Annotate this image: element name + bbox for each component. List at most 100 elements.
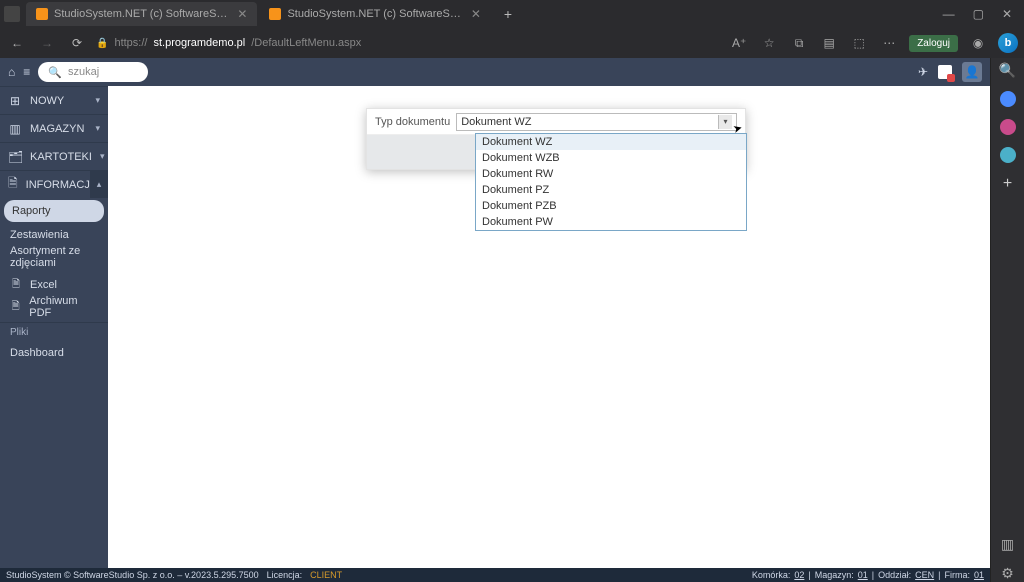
url-host: st.programdemo.pl xyxy=(153,37,245,49)
footer-company-value[interactable]: 01 xyxy=(974,570,984,580)
address-field[interactable]: 🔒 https://st.programdemo.pl/DefaultLeftM… xyxy=(96,37,516,49)
chevron-down-icon: ▾ xyxy=(95,95,100,106)
window-minimize-button[interactable]: — xyxy=(943,7,955,21)
sidebar-section-label: MAGAZYN xyxy=(30,123,84,135)
dropdown-option[interactable]: Dokument RW xyxy=(476,166,746,182)
tab-title: StudioSystem.NET (c) SoftwareS… xyxy=(287,8,460,20)
browser-tab-1[interactable]: StudioSystem.NET (c) SoftwareS… ✕ xyxy=(26,2,257,26)
sidebar-group-pliki: Pliki xyxy=(0,322,108,342)
dropdown-option[interactable]: Dokument WZB xyxy=(476,150,746,166)
rail-box-icon[interactable]: ▥ xyxy=(1001,536,1014,553)
sidebar-item-label: Dashboard xyxy=(10,347,64,359)
app-footer: StudioSystem © SoftwareStudio Sp. z o.o.… xyxy=(0,568,990,582)
search-icon: 🔍 xyxy=(48,66,62,79)
login-button[interactable]: Zaloguj xyxy=(909,35,958,52)
footer-company-label: Firma: xyxy=(944,570,970,580)
browser-titlebar: StudioSystem.NET (c) SoftwareS… ✕ Studio… xyxy=(0,0,1024,28)
close-icon[interactable]: ✕ xyxy=(237,7,247,21)
sidebar-item-archiwum-pdf[interactable]: 🗎 Archiwum PDF xyxy=(0,296,108,318)
rail-tools-icon[interactable] xyxy=(1000,147,1016,163)
app-toolbar: ⌂ ≡ 🔍 szukaj ✈ 👤 xyxy=(0,58,990,86)
dropdown-option[interactable]: Dokument PW xyxy=(476,214,746,230)
collections-icon[interactable]: ▤ xyxy=(819,33,839,53)
sidebar-item-asortyment[interactable]: Asortyment ze zdjęciami xyxy=(0,246,108,268)
footer-branch-value[interactable]: CEN xyxy=(915,570,934,580)
search-placeholder: szukaj xyxy=(68,66,99,78)
plus-square-icon: ⊞ xyxy=(8,94,22,108)
sidebar-section-label: NOWY xyxy=(30,95,64,107)
chevron-down-icon: ▾ xyxy=(100,151,105,162)
chevron-down-icon: ▾ xyxy=(95,123,100,134)
footer-warehouse-label: Magazyn: xyxy=(815,570,854,580)
footer-cell-label: Komórka: xyxy=(752,570,791,580)
menu-icon[interactable]: ≡ xyxy=(23,65,30,79)
footer-copyright: StudioSystem © SoftwareStudio Sp. z o.o.… xyxy=(6,570,259,580)
close-icon[interactable]: ✕ xyxy=(471,7,481,21)
profile-icon[interactable]: ◉ xyxy=(968,33,988,53)
field-label: Typ dokumentu xyxy=(375,116,450,128)
sidebar-item-label: Archiwum PDF xyxy=(29,295,98,319)
rail-chat-icon[interactable] xyxy=(1000,91,1016,107)
sidebar-item-excel[interactable]: 🗎 Excel xyxy=(0,274,108,296)
send-icon[interactable]: ✈ xyxy=(918,65,928,79)
window-maximize-button[interactable]: ▢ xyxy=(973,7,984,21)
chevron-down-icon[interactable]: ▾ xyxy=(718,115,732,129)
sidebar-section-informacje[interactable]: 🗎 INFORMACJE ▴ xyxy=(0,170,108,198)
report-form-card: Typ dokumentu Dokument WZ ▾ ➤ Uruchom Do… xyxy=(366,108,746,170)
favorites-bar-icon[interactable]: ⧉ xyxy=(789,33,809,53)
rail-shopping-icon[interactable] xyxy=(1000,119,1016,135)
dropdown-option-label: Dokument RW xyxy=(482,168,553,180)
document-icon: 🗎 xyxy=(8,174,18,195)
dropdown-option[interactable]: Dokument PZ xyxy=(476,182,746,198)
file-icon: 🗎 xyxy=(10,277,22,294)
sidebar-item-dashboard[interactable]: Dashboard xyxy=(0,342,108,364)
notifications-icon[interactable] xyxy=(938,65,952,79)
footer-branch-label: Oddział: xyxy=(878,570,911,580)
url-path: /DefaultLeftMenu.aspx xyxy=(251,37,361,49)
sidebar-item-zestawienia[interactable]: Zestawienia xyxy=(0,224,108,246)
extensions-icon[interactable]: ⬚ xyxy=(849,33,869,53)
browser-tab-2[interactable]: StudioSystem.NET (c) SoftwareS… ✕ xyxy=(259,2,490,26)
footer-cell-value[interactable]: 02 xyxy=(794,570,804,580)
sidebar-item-label: Zestawienia xyxy=(10,229,69,241)
search-input[interactable]: 🔍 szukaj xyxy=(38,62,148,82)
sidebar-item-label: Raporty xyxy=(12,205,51,217)
user-avatar[interactable]: 👤 xyxy=(962,62,982,82)
chevron-up-icon[interactable]: ▴ xyxy=(90,171,108,198)
select-value: Dokument WZ xyxy=(461,116,531,128)
nav-back-button[interactable]: ← xyxy=(6,32,28,54)
app-body: ⊞ NOWY ▾ ▥ MAGAZYN ▾ 🗂 KARTOTEKI ▾ 🗎 INF… xyxy=(0,86,990,568)
document-type-select[interactable]: Dokument WZ ▾ ➤ xyxy=(456,113,737,131)
home-icon[interactable]: ⌂ xyxy=(8,65,15,79)
app-icon xyxy=(4,6,20,22)
browser-side-rail: 🔍 + ▥ ⚙ xyxy=(990,58,1024,582)
content-area: Typ dokumentu Dokument WZ ▾ ➤ Uruchom Do… xyxy=(108,86,990,568)
more-icon[interactable]: ⋯ xyxy=(879,33,899,53)
footer-warehouse-value[interactable]: 01 xyxy=(858,570,868,580)
dropdown-option[interactable]: Dokument WZ xyxy=(476,134,746,150)
sidebar-section-nowy[interactable]: ⊞ NOWY ▾ xyxy=(0,86,108,114)
sidebar-section-label: KARTOTEKI xyxy=(30,151,92,163)
nav-reload-button[interactable]: ⟳ xyxy=(66,32,88,54)
window-close-button[interactable]: ✕ xyxy=(1002,7,1012,21)
favorite-icon[interactable]: ☆ xyxy=(759,33,779,53)
bing-icon[interactable]: b xyxy=(998,33,1018,53)
sidebar-group-label: Pliki xyxy=(10,327,28,338)
dropdown-option-label: Dokument PZB xyxy=(482,200,557,212)
sidebar-item-label: Excel xyxy=(30,279,57,291)
cards-icon: 🗂 xyxy=(8,150,22,164)
tab-favicon xyxy=(36,8,48,20)
dropdown-option[interactable]: Dokument PZB xyxy=(476,198,746,214)
rail-search-icon[interactable]: 🔍 xyxy=(999,62,1016,79)
browser-address-bar: ← → ⟳ 🔒 https://st.programdemo.pl/Defaul… xyxy=(0,28,1024,58)
sidebar-item-raporty[interactable]: Raporty xyxy=(4,200,104,222)
rail-settings-icon[interactable]: ⚙ xyxy=(1001,565,1014,582)
rail-add-icon[interactable]: + xyxy=(1003,175,1012,193)
document-type-dropdown[interactable]: Dokument WZ Dokument WZB Dokument RW Dok… xyxy=(475,133,747,231)
sidebar-section-kartoteki[interactable]: 🗂 KARTOTEKI ▾ xyxy=(0,142,108,170)
tab-favicon xyxy=(269,8,281,20)
new-tab-button[interactable]: + xyxy=(497,3,519,25)
reader-mode-icon[interactable]: A⁺ xyxy=(729,33,749,53)
sidebar-section-magazyn[interactable]: ▥ MAGAZYN ▾ xyxy=(0,114,108,142)
footer-license-label: Licencja: xyxy=(267,570,303,580)
